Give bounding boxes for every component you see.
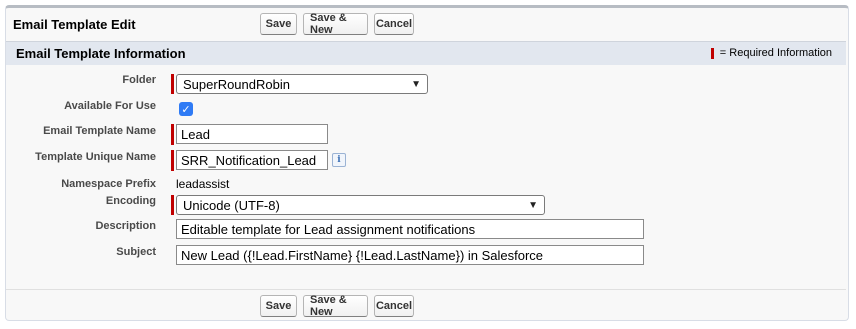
namespace-prefix-value: leadassist [176, 177, 230, 191]
encoding-select-value: Unicode (UTF-8) [183, 197, 280, 213]
subject-input[interactable]: New Lead ({!Lead.FirstName} {!Lead.LastN… [176, 245, 644, 265]
bottom-button-row: Save Save & New Cancel [260, 294, 414, 318]
encoding-select[interactable]: Unicode (UTF-8) ▼ [176, 195, 545, 215]
save-button[interactable]: Save [260, 13, 297, 35]
cancel-button[interactable]: Cancel [374, 13, 414, 35]
template-name-required-marker [171, 124, 174, 145]
folder-select-value: SuperRoundRobin [183, 76, 290, 92]
section-title: Email Template Information [16, 46, 186, 61]
chevron-down-icon: ▼ [411, 78, 421, 90]
required-marker-icon [710, 47, 714, 59]
unique-name-input[interactable]: SRR_Notification_Lead [176, 150, 328, 170]
namespace-prefix-label: Namespace Prefix [61, 178, 156, 190]
save-and-new-button[interactable]: Save & New [303, 294, 368, 318]
encoding-required-marker [171, 195, 174, 215]
footer-divider [6, 289, 846, 290]
unique-name-label: Template Unique Name [35, 151, 156, 163]
template-name-label: Email Template Name [43, 125, 156, 137]
available-for-use-checkbox[interactable]: ✓ [179, 102, 193, 116]
description-label: Description [95, 220, 156, 232]
chevron-down-icon: ▼ [528, 199, 538, 211]
top-button-row: Save Save & New Cancel [260, 12, 414, 36]
unique-name-required-marker [171, 150, 174, 171]
save-button[interactable]: Save [260, 295, 297, 317]
checkmark-icon: ✓ [181, 103, 191, 116]
encoding-label: Encoding [105, 195, 156, 207]
folder-label: Folder [122, 74, 156, 86]
folder-required-marker [171, 74, 174, 94]
description-input[interactable]: Editable template for Lead assignment no… [176, 219, 644, 239]
template-name-input[interactable]: Lead [176, 124, 328, 144]
save-and-new-button[interactable]: Save & New [303, 12, 368, 36]
available-for-use-label: Available For Use [64, 100, 156, 112]
subject-label: Subject [116, 246, 156, 258]
page-title: Email Template Edit [13, 17, 136, 32]
required-legend: = Required Information [710, 47, 832, 59]
required-legend-text: = Required Information [719, 47, 832, 59]
folder-select[interactable]: SuperRoundRobin ▼ [176, 74, 428, 94]
info-icon[interactable]: i [332, 153, 346, 167]
cancel-button[interactable]: Cancel [374, 295, 414, 317]
